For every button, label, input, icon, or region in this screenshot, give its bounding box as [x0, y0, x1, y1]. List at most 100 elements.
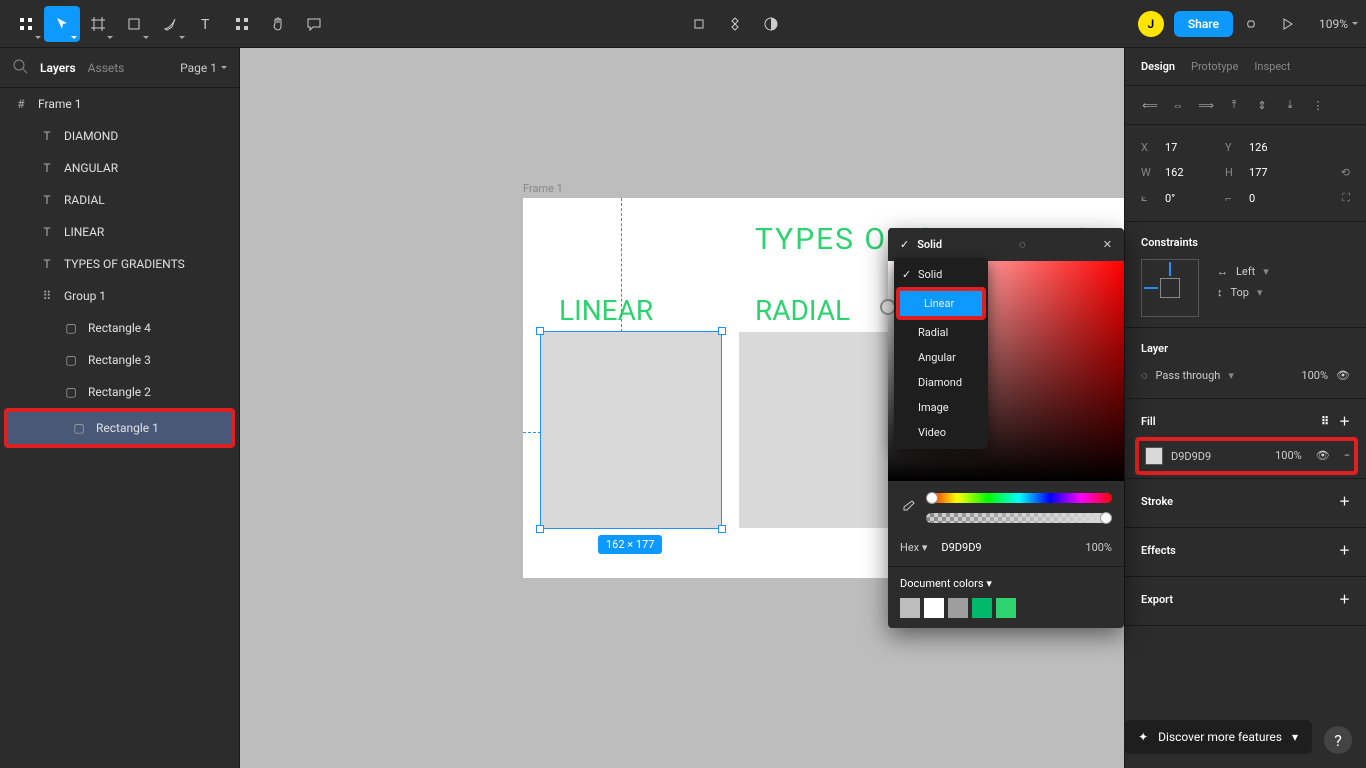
align-bottom-icon[interactable]: ⤓	[1279, 94, 1301, 116]
layer-rect-2[interactable]: ▢Rectangle 2	[0, 376, 239, 408]
eyedropper-icon[interactable]	[900, 499, 916, 518]
frame-label[interactable]: Frame 1	[523, 182, 563, 195]
menu-item-diamond[interactable]: Diamond	[894, 370, 988, 395]
swatch-2[interactable]	[924, 598, 944, 618]
hex-input[interactable]: D9D9D9	[941, 541, 981, 554]
layer-opacity-input[interactable]: 100%	[1301, 369, 1328, 382]
avatar[interactable]: J	[1138, 11, 1164, 37]
align-distribute-icon[interactable]: ⋮	[1307, 94, 1329, 116]
menu-item-angular[interactable]: Angular	[894, 345, 988, 370]
add-export-icon[interactable]: ＋	[1339, 591, 1350, 607]
constraint-widget[interactable]	[1141, 259, 1199, 317]
label-linear[interactable]: LINEAR	[559, 294, 653, 327]
tab-design[interactable]: Design	[1141, 60, 1175, 73]
fill-hex-input[interactable]: D9D9D9	[1171, 450, 1211, 463]
constraint-h-dropdown[interactable]: Left	[1236, 265, 1255, 278]
resources-tool-icon[interactable]	[224, 6, 260, 42]
search-icon[interactable]	[12, 58, 28, 77]
w-input[interactable]: 162	[1165, 166, 1217, 179]
help-icon[interactable]: ?	[1324, 726, 1352, 754]
alpha-knob[interactable]	[1100, 512, 1112, 524]
swatch-5[interactable]	[996, 598, 1016, 618]
radius-input[interactable]: 0	[1249, 192, 1301, 205]
fill-swatch[interactable]	[1145, 447, 1163, 465]
layer-diamond[interactable]: TDIAMOND	[0, 120, 239, 152]
constraint-v-dropdown[interactable]: Top	[1231, 286, 1249, 299]
tab-prototype[interactable]: Prototype	[1191, 60, 1238, 73]
fill-type-dropdown[interactable]: Solid	[917, 238, 942, 251]
contrast-icon[interactable]	[753, 6, 789, 42]
menu-item-solid[interactable]: ✓Solid	[894, 262, 988, 287]
selection-handle-nw[interactable]	[536, 327, 544, 335]
menu-item-video[interactable]: Video	[894, 420, 988, 445]
add-stroke-icon[interactable]: ＋	[1339, 493, 1350, 509]
fill-visibility-icon[interactable]: 👁	[1316, 449, 1330, 462]
menu-item-linear[interactable]: Linear	[900, 291, 982, 316]
align-vcenter-icon[interactable]: ⇕	[1251, 94, 1273, 116]
layer-rect-3[interactable]: ▢Rectangle 3	[0, 344, 239, 376]
color-opacity-input[interactable]: 100%	[1085, 541, 1112, 554]
blend-dropdown[interactable]: Pass through	[1156, 369, 1221, 382]
x-input[interactable]: 17	[1165, 141, 1217, 154]
swatch-1[interactable]	[900, 598, 920, 618]
close-icon[interactable]: ✕	[1103, 238, 1112, 251]
text-tool-icon[interactable]: T	[188, 6, 224, 42]
layer-angular[interactable]: TANGULAR	[0, 152, 239, 184]
menu-icon[interactable]	[8, 6, 44, 42]
rotation-input[interactable]: 0°	[1165, 192, 1217, 205]
layer-rect-1[interactable]: ▢Rectangle 1	[8, 412, 231, 444]
page-dropdown[interactable]: Page 1	[180, 61, 227, 75]
selection-handle-sw[interactable]	[536, 525, 544, 533]
document-colors-label[interactable]: Document colors ▾	[900, 577, 992, 590]
layer-radial[interactable]: TRADIAL	[0, 184, 239, 216]
layer-group-1[interactable]: ⠿Group 1	[0, 280, 239, 312]
layer-frame-1[interactable]: #Frame 1	[0, 88, 239, 120]
move-tool-icon[interactable]	[44, 6, 80, 42]
selection-box[interactable]	[540, 331, 722, 529]
menu-item-image[interactable]: Image	[894, 395, 988, 420]
selection-handle-se[interactable]	[718, 525, 726, 533]
present-icon[interactable]	[1269, 6, 1305, 42]
alpha-slider[interactable]	[926, 513, 1112, 523]
align-right-icon[interactable]: ⟹	[1195, 94, 1217, 116]
layer-types[interactable]: TTYPES OF GRADIENTS	[0, 248, 239, 280]
swatch-4[interactable]	[972, 598, 992, 618]
frame-tool-icon[interactable]	[80, 6, 116, 42]
h-input[interactable]: 177	[1249, 166, 1301, 179]
comment-tool-icon[interactable]	[296, 6, 332, 42]
hue-knob[interactable]	[926, 492, 938, 504]
align-hcenter-icon[interactable]: ⇔	[1167, 94, 1189, 116]
layer-linear[interactable]: TLINEAR	[0, 216, 239, 248]
align-top-icon[interactable]: ⤒	[1223, 94, 1245, 116]
add-effect-icon[interactable]: ＋	[1339, 542, 1350, 558]
hand-tool-icon[interactable]	[260, 6, 296, 42]
discover-banner[interactable]: ✦ Discover more features ▾	[1124, 720, 1312, 754]
shape-tool-icon[interactable]	[116, 6, 152, 42]
tab-assets[interactable]: Assets	[88, 61, 125, 75]
y-input[interactable]: 126	[1249, 141, 1301, 154]
selection-handle-ne[interactable]	[718, 327, 726, 335]
tab-layers[interactable]: Layers	[40, 61, 76, 75]
swatch-3[interactable]	[948, 598, 968, 618]
component-tool-icon[interactable]	[681, 6, 717, 42]
share-button[interactable]: Share	[1174, 11, 1233, 37]
pen-tool-icon[interactable]	[152, 6, 188, 42]
align-left-icon[interactable]: ⟸	[1139, 94, 1161, 116]
mask-tool-icon[interactable]	[717, 6, 753, 42]
visibility-icon[interactable]: 👁	[1336, 369, 1350, 382]
hue-slider[interactable]	[926, 493, 1112, 503]
layer-rect-4[interactable]: ▢Rectangle 4	[0, 312, 239, 344]
label-radial[interactable]: RADIAL	[755, 294, 850, 327]
independent-corners-icon[interactable]: ⛶	[1342, 191, 1350, 205]
tab-inspect[interactable]: Inspect	[1254, 60, 1290, 73]
link-dims-icon[interactable]: ⟲	[1341, 166, 1350, 179]
fill-opacity-input[interactable]: 100%	[1275, 449, 1302, 462]
zoom-dropdown[interactable]: 109%	[1319, 17, 1358, 31]
menu-item-radial[interactable]: Radial	[894, 320, 988, 345]
fill-styles-icon[interactable]: ⠿	[1321, 415, 1329, 428]
add-fill-icon[interactable]: ＋	[1339, 415, 1350, 428]
blend-mode-icon[interactable]: ◌	[1019, 238, 1026, 251]
remove-fill-icon[interactable]: −	[1344, 449, 1350, 462]
hex-mode-dropdown[interactable]: Hex ▾	[900, 541, 927, 554]
devmode-icon[interactable]	[1233, 6, 1269, 42]
